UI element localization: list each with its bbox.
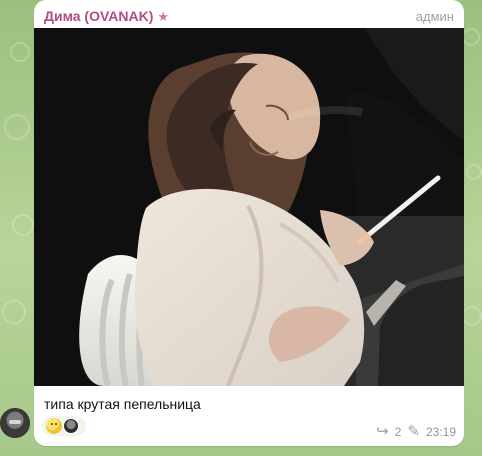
background-doodle	[462, 306, 482, 326]
edit-icon: ✎	[407, 423, 420, 440]
background-doodle	[12, 214, 34, 236]
message-bubble: Дима (OVANAK) ★ админ типа крутая пепель…	[34, 0, 464, 446]
background-doodle	[10, 42, 30, 62]
sender-role: админ	[415, 8, 454, 24]
background-doodle	[462, 28, 480, 46]
message-header: Дима (OVANAK) ★ админ	[44, 6, 454, 26]
background-doodle	[2, 300, 26, 324]
message-meta: ↪ 2 ✎ 23:19	[376, 424, 456, 439]
message-photo[interactable]	[34, 28, 464, 386]
sender-info: Дима (OVANAK) ★	[44, 8, 169, 24]
background-doodle	[4, 114, 30, 140]
message-caption: типа крутая пепельница	[44, 396, 201, 412]
message-time: 23:19	[425, 424, 456, 439]
reaction-user-avatar	[63, 418, 79, 434]
forward-icon[interactable]: ↪	[376, 424, 389, 439]
background-doodle	[466, 164, 482, 180]
forward-count: 2	[394, 424, 402, 439]
sender-name[interactable]: Дима (OVANAK)	[44, 8, 153, 24]
reaction-emoji[interactable]	[46, 418, 62, 434]
reaction-bar[interactable]	[42, 416, 86, 436]
star-icon: ★	[157, 8, 170, 24]
sender-avatar[interactable]	[0, 408, 30, 438]
